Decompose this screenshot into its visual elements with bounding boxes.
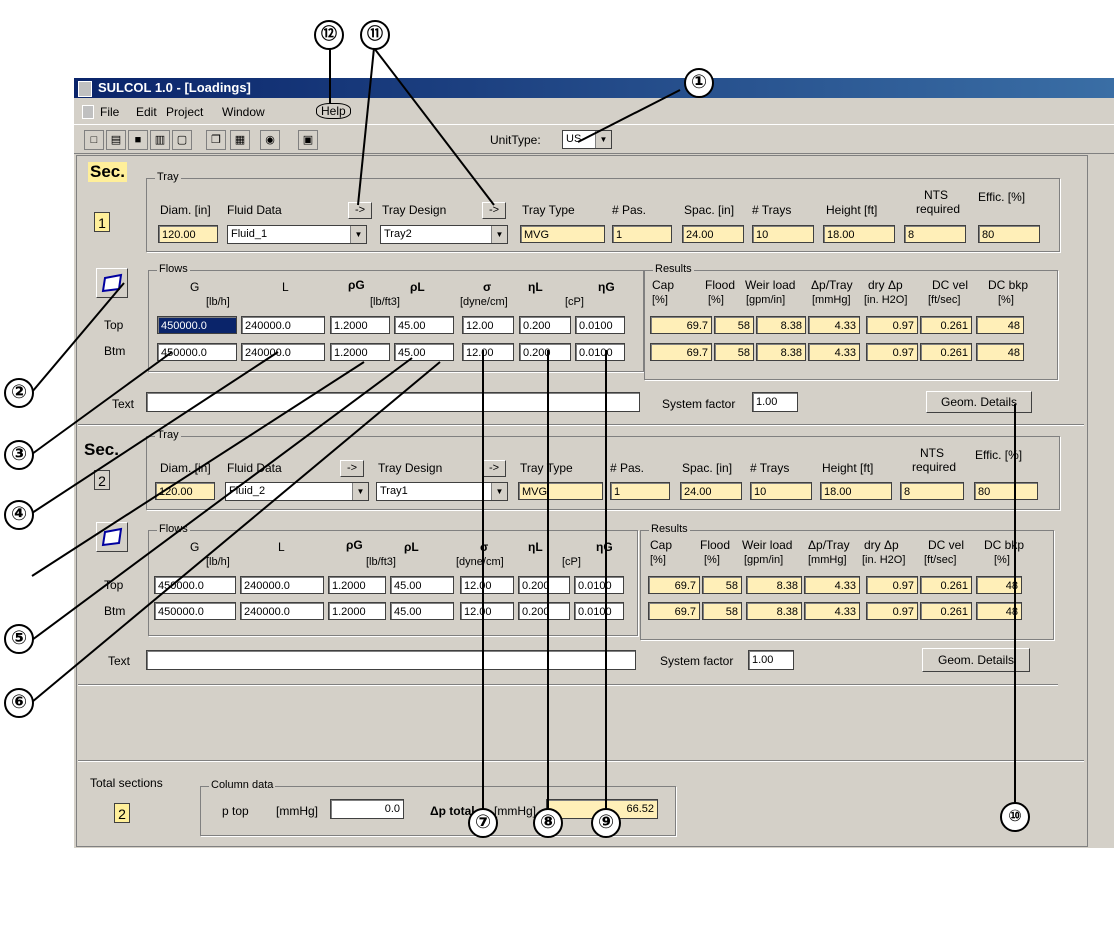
callout-5: ⑤ (4, 624, 34, 654)
callout-4: ④ (4, 500, 34, 530)
callout-6: ⑥ (4, 688, 34, 718)
callout-9: ⑨ (591, 808, 621, 838)
callout-8: ⑧ (533, 808, 563, 838)
callout-7: ⑦ (468, 808, 498, 838)
callout-2: ② (4, 378, 34, 408)
callout-lines (31, 47, 1016, 822)
callout-3: ③ (4, 440, 34, 470)
callout-1: ① (684, 68, 714, 98)
callout-10: ⑩ (1000, 802, 1030, 832)
callout-11: ⑪ (360, 20, 390, 50)
callout-12: ⑫ (314, 20, 344, 50)
